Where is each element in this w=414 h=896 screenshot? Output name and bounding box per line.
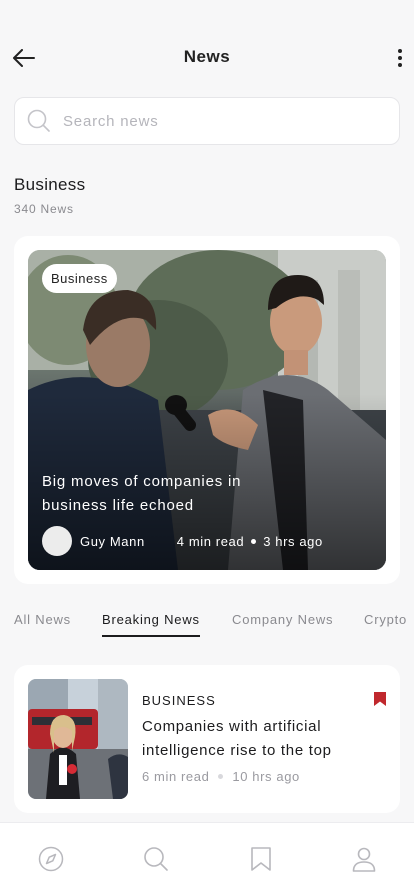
time-ago: 10 hrs ago — [232, 769, 300, 784]
search-input[interactable] — [63, 112, 363, 130]
search-icon — [27, 109, 50, 132]
featured-news-card[interactable]: Business Big moves of companies in busin… — [14, 236, 400, 584]
bottom-navigation — [0, 822, 414, 896]
read-time: 4 min read — [176, 533, 245, 549]
news-thumbnail-illustration — [28, 679, 128, 799]
more-dot — [398, 56, 402, 60]
featured-headline[interactable]: Big moves of companies in business life … — [42, 470, 282, 518]
bookmark-icon — [251, 847, 271, 871]
tab-breaking-news[interactable]: Breaking News — [102, 612, 200, 637]
news-headline[interactable]: Companies with artificial intelligence r… — [142, 715, 362, 763]
nav-bookmarks[interactable] — [247, 845, 275, 873]
meta-separator-dot — [251, 538, 257, 544]
tab-crypto[interactable]: Crypto — [364, 612, 407, 636]
avatar[interactable] — [42, 526, 72, 556]
news-tabs: All News Breaking News Company News Cryp… — [14, 612, 414, 638]
read-time: 6 min read — [142, 769, 210, 784]
nav-search[interactable] — [142, 845, 170, 873]
bookmark-filled-icon — [374, 692, 386, 706]
news-thumbnail — [28, 679, 128, 799]
tab-all-news[interactable]: All News — [14, 612, 71, 636]
news-meta: 6 min read 10 hrs ago — [142, 769, 300, 784]
featured-image: Business Big moves of companies in busin… — [28, 250, 386, 570]
author-name[interactable]: Guy Mann — [80, 534, 145, 549]
more-dot — [398, 63, 402, 67]
search-bar[interactable] — [14, 97, 400, 145]
profile-icon — [352, 847, 376, 872]
meta-separator-dot — [218, 774, 224, 779]
news-category: BUSINESS — [142, 693, 216, 708]
nav-profile[interactable] — [350, 845, 378, 873]
news-list-item[interactable]: BUSINESS Companies with artificial intel… — [14, 665, 400, 813]
featured-meta: Guy Mann 4 min read 3 hrs ago — [42, 526, 323, 556]
bookmark-button[interactable] — [373, 691, 387, 707]
time-ago: 3 hrs ago — [263, 533, 323, 549]
compass-icon — [38, 846, 64, 872]
section-count: 340 News — [14, 202, 74, 216]
more-options-button[interactable] — [392, 44, 408, 72]
category-tag[interactable]: Business — [42, 264, 117, 293]
page-title: News — [183, 47, 231, 66]
search-icon — [144, 847, 168, 871]
section-title: Business — [14, 175, 86, 194]
more-dot — [398, 49, 402, 53]
tab-company-news[interactable]: Company News — [232, 612, 333, 636]
nav-explore[interactable] — [37, 845, 65, 873]
image-shade-overlay — [28, 250, 386, 570]
